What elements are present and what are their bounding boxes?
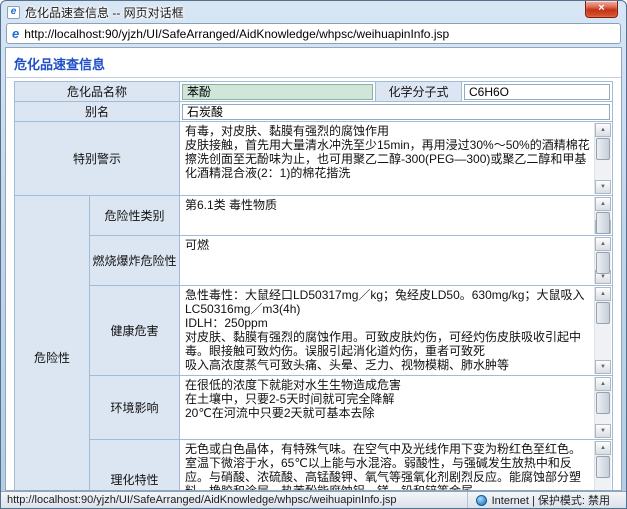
scroll-thumb[interactable] [596,302,610,324]
scroll-track [595,251,611,270]
hazard-class-text: 第6.1类 毒性物质 [180,196,612,214]
status-bar: http://localhost:90/yjzh/UI/SafeArranged… [1,491,626,508]
internet-zone-icon [476,495,487,506]
scroll-up-button[interactable]: ▲ [595,123,611,137]
formula-label: 化学分子式 [376,82,462,102]
flammability-label: 燃烧爆炸危险性 [90,236,180,286]
scroll-down-button[interactable]: ▼ [595,360,611,374]
dialog-window: e 危化品速查信息 -- 网页对话框 × e http://localhost:… [0,0,627,509]
formula-cell: C6H6O [462,82,613,102]
alias-input[interactable]: 石炭酸 [182,104,610,120]
scroll-thumb[interactable] [596,252,610,274]
vertical-scrollbar[interactable]: ▲ ▼ [594,197,611,234]
scroll-up-button[interactable]: ▲ [595,441,611,455]
status-url: http://localhost:90/yjzh/UI/SafeArranged… [7,494,459,506]
scroll-track [595,455,611,491]
scroll-up-button[interactable]: ▲ [595,377,611,391]
url-field[interactable]: e http://localhost:90/yjzh/UI/SafeArrang… [6,23,621,44]
scroll-thumb[interactable] [596,392,610,414]
vertical-scrollbar[interactable]: ▲ ▼ [594,287,611,374]
physchem-properties-cell: 无色或白色晶体，有特殊气味。在空气中及光线作用下变为粉红色至红色。室温下微溶于水… [180,440,613,491]
special-warning-text: 有毒，对皮肤、黏膜有强烈的腐蚀作用 皮肤接触，首先用大量清水冲洗至少15min，… [180,122,612,182]
formula-input[interactable]: C6H6O [464,84,610,100]
physchem-properties-text: 无色或白色晶体，有特殊气味。在空气中及光线作用下变为粉红色至红色。室温下微溶于水… [180,440,612,491]
chemical-name-input[interactable]: 苯酚 [182,84,373,100]
vertical-scrollbar[interactable]: ▲ ▼ [594,441,611,491]
scroll-down-button[interactable]: ▼ [595,424,611,438]
scroll-track [595,211,611,220]
vertical-scrollbar[interactable]: ▲ ▼ [594,377,611,438]
scroll-track [595,301,611,360]
scroll-thumb[interactable] [596,212,610,234]
address-bar: e http://localhost:90/yjzh/UI/SafeArrang… [1,21,626,47]
url-text: http://localhost:90/yjzh/UI/SafeArranged… [24,27,449,41]
close-button[interactable]: × [585,1,618,18]
scroll-track [595,391,611,424]
flammability-cell: 可燃 ▲ ▼ [180,236,613,286]
alias-cell: 石炭酸 [180,102,613,122]
alias-label: 别名 [15,102,180,122]
scroll-up-button[interactable]: ▲ [595,287,611,301]
scroll-thumb[interactable] [596,456,610,478]
health-hazard-cell: 急性毒性：大鼠经口LD50317mg／kg；兔经皮LD50。630mg/kg；大… [180,286,613,376]
flammability-text: 可燃 [180,236,612,254]
chemical-name-cell: 苯酚 [180,82,376,102]
hazard-class-cell: 第6.1类 毒性物质 ▲ ▼ [180,196,613,236]
environment-impact-text: 在很低的浓度下就能对水生生物造成危害 在土壤中，只要2-5天时间就可完全降解 2… [180,376,612,422]
scroll-track [595,137,611,180]
physchem-properties-label: 理化特性 [90,440,180,491]
vertical-scrollbar[interactable]: ▲ ▼ [594,237,611,284]
environment-impact-label: 环境影响 [90,376,180,440]
scroll-down-button[interactable]: ▼ [595,180,611,194]
titlebar: e 危化品速查信息 -- 网页对话框 × [1,1,626,21]
special-warning-cell: 有毒，对皮肤、黏膜有强烈的腐蚀作用 皮肤接触，首先用大量清水冲洗至少15min，… [180,122,613,196]
vertical-scrollbar[interactable]: ▲ ▼ [594,123,611,194]
hazard-section-label: 危险性 [15,196,90,491]
chemical-info-table: 危化品名称 苯酚 化学分子式 C6H6O 别名 石炭酸 特别警示 有毒，对皮肤、… [14,81,613,491]
health-hazard-text: 急性毒性：大鼠经口LD50317mg／kg；兔经皮LD50。630mg/kg；大… [180,286,612,374]
health-hazard-label: 健康危害 [90,286,180,376]
hazard-class-label: 危险性类别 [90,196,180,236]
window-title: 危化品速查信息 -- 网页对话框 [25,4,184,21]
scroll-up-button[interactable]: ▲ [595,197,611,211]
special-warning-label: 特别警示 [15,122,180,196]
security-zone: Internet | 保护模式: 禁用 [467,492,620,508]
scroll-thumb[interactable] [596,138,610,160]
security-zone-text: Internet | 保护模式: 禁用 [492,492,610,508]
dialog-page-icon: e [7,6,20,19]
chemical-name-label: 危化品名称 [15,82,180,102]
environment-impact-cell: 在很低的浓度下就能对水生生物造成危害 在土壤中，只要2-5天时间就可完全降解 2… [180,376,613,440]
page-title: 危化品速查信息 [6,48,621,78]
internet-explorer-icon: e [12,27,19,40]
scroll-up-button[interactable]: ▲ [595,237,611,251]
page-content: 危化品速查信息 危化品名称 苯酚 化学分子式 C6H6O 别名 石炭酸 特别警示… [5,47,622,491]
